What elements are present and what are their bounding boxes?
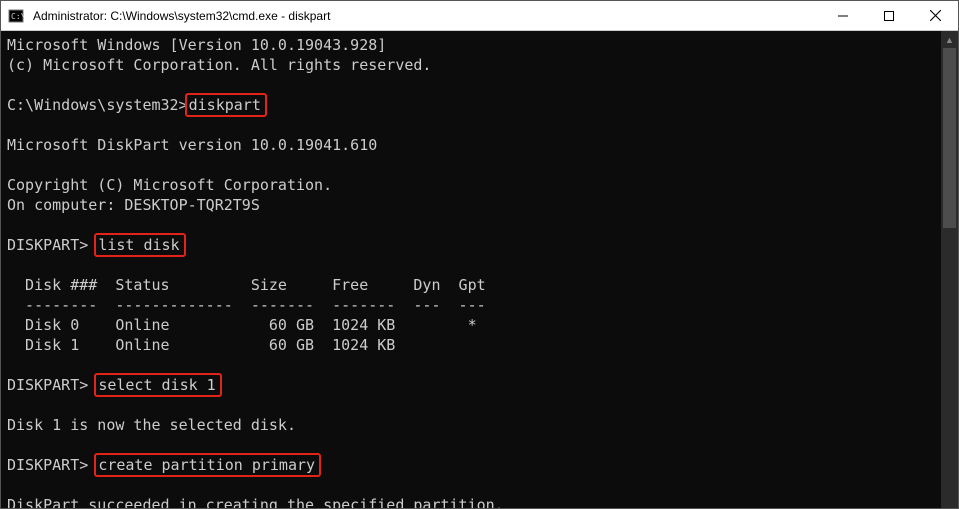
terminal-output[interactable]: Microsoft Windows [Version 10.0.19043.92… [1, 31, 941, 508]
blank [7, 255, 935, 275]
copyright: Copyright (C) Microsoft Corporation. [7, 175, 935, 195]
prompt-prefix: DISKPART> [7, 456, 97, 474]
cmd-list-disk: list disk [94, 233, 185, 257]
blank [7, 75, 935, 95]
titlebar[interactable]: C:\ Administrator: C:\Windows\system32\c… [1, 1, 958, 31]
scroll-up-icon[interactable]: ▲ [941, 31, 958, 48]
maximize-button[interactable] [866, 1, 912, 31]
prompt-prefix: DISKPART> [7, 376, 97, 394]
header-line-1: Microsoft Windows [Version 10.0.19043.92… [7, 35, 935, 55]
header-line-2: (c) Microsoft Corporation. All rights re… [7, 55, 935, 75]
blank [7, 475, 935, 495]
cmd-window: C:\ Administrator: C:\Windows\system32\c… [0, 0, 959, 509]
blank [7, 155, 935, 175]
prompt-create-partition: DISKPART> create partition primary [7, 455, 935, 475]
table-row: Disk 0 Online 60 GB 1024 KB * [7, 315, 935, 335]
prompt-select-disk: DISKPART> select disk 1 [7, 375, 935, 395]
close-button[interactable] [912, 1, 958, 31]
msg-select: Disk 1 is now the selected disk. [7, 415, 935, 435]
blank [7, 115, 935, 135]
cmd-create-partition: create partition primary [94, 453, 321, 477]
cmd-diskpart: diskpart [185, 93, 267, 117]
blank [7, 435, 935, 455]
blank [7, 355, 935, 375]
table-header: Disk ### Status Size Free Dyn Gpt [7, 275, 935, 295]
table-row: Disk 1 Online 60 GB 1024 KB [7, 335, 935, 355]
prompt-diskpart: C:\Windows\system32>diskpart [7, 95, 935, 115]
scroll-thumb[interactable] [943, 48, 956, 228]
cmd-icon: C:\ [1, 8, 31, 24]
diskpart-version: Microsoft DiskPart version 10.0.19041.61… [7, 135, 935, 155]
prompt-list-disk: DISKPART> list disk [7, 235, 935, 255]
scrollbar[interactable]: ▲ [941, 31, 958, 508]
computer-name: On computer: DESKTOP-TQR2T9S [7, 195, 935, 215]
svg-text:C:\: C:\ [11, 12, 24, 21]
table-sep: -------- ------------- ------- ------- -… [7, 295, 935, 315]
cmd-select-disk: select disk 1 [94, 373, 221, 397]
prompt-prefix: C:\Windows\system32> [7, 96, 188, 114]
blank [7, 215, 935, 235]
terminal-area: Microsoft Windows [Version 10.0.19043.92… [1, 31, 958, 508]
window-title: Administrator: C:\Windows\system32\cmd.e… [31, 9, 820, 23]
minimize-button[interactable] [820, 1, 866, 31]
blank [7, 395, 935, 415]
msg-create: DiskPart succeeded in creating the speci… [7, 495, 935, 508]
prompt-prefix: DISKPART> [7, 236, 97, 254]
